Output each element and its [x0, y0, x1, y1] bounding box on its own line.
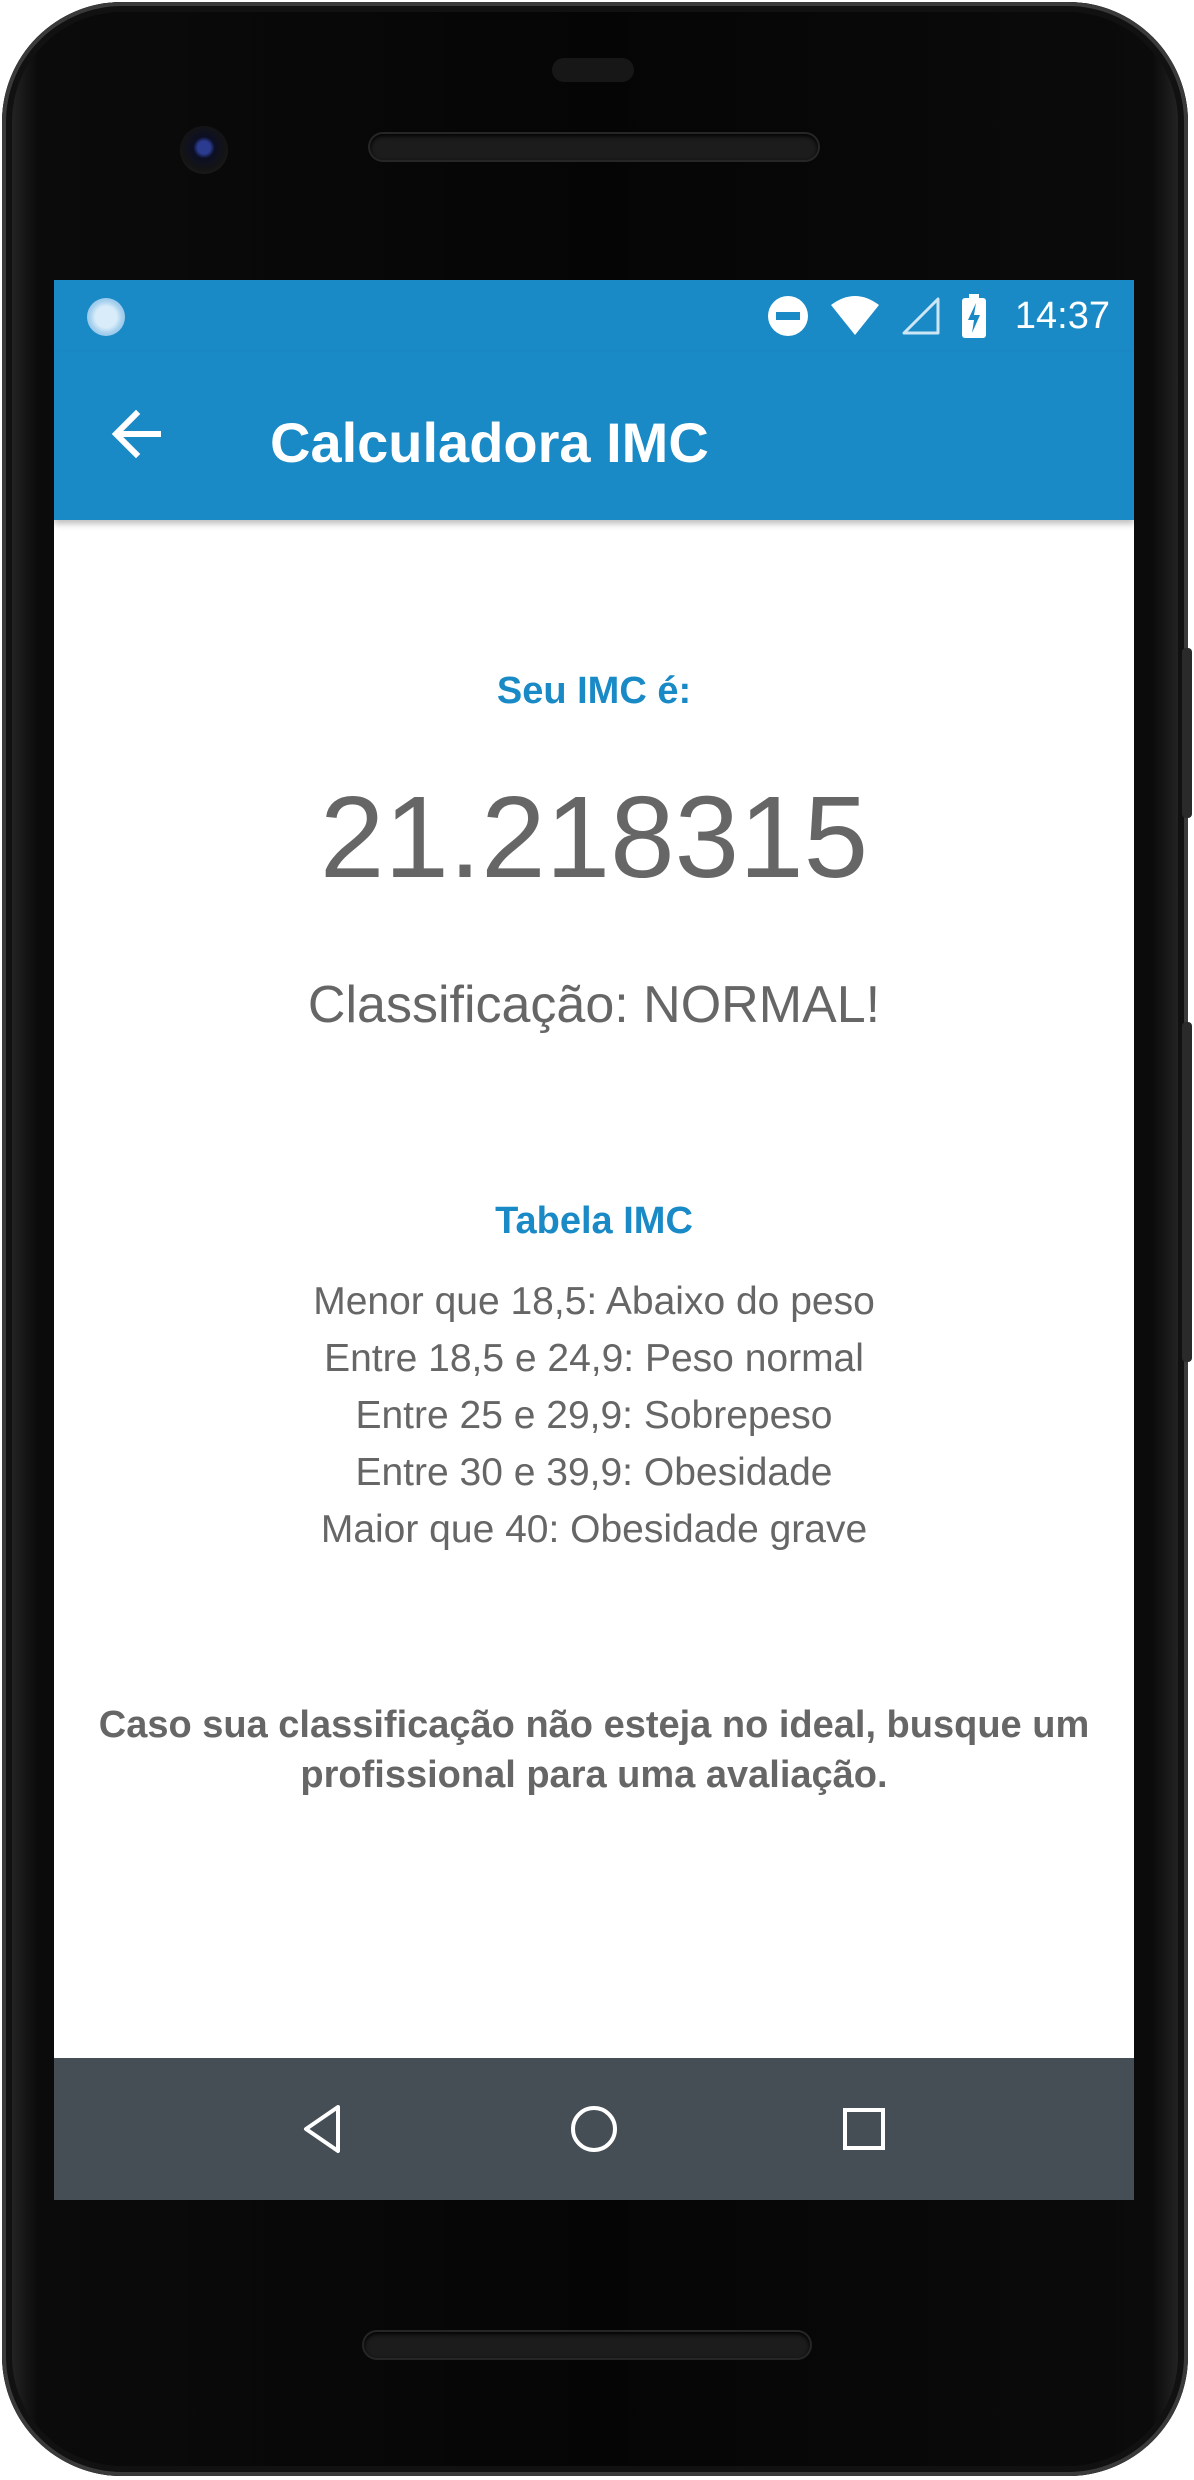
back-triangle-icon[interactable] — [292, 2097, 356, 2161]
phone-frame: 14:37 Calculadora IMC Seu IMC é: 21.2183… — [2, 2, 1192, 2476]
table-row: Entre 18,5 e 24,9: Peso normal — [324, 1337, 864, 1380]
earpiece-speaker — [370, 134, 818, 160]
navigation-bar — [54, 2058, 1134, 2200]
app-bar: Calculadora IMC — [54, 352, 1134, 520]
table-row: Entre 30 e 39,9: Obesidade — [355, 1451, 833, 1494]
battery-charging-icon — [961, 294, 986, 338]
status-icons: 14:37 — [767, 280, 1110, 352]
screen: 14:37 Calculadora IMC Seu IMC é: 21.2183… — [54, 280, 1134, 2200]
front-camera — [180, 126, 228, 174]
recents-square-icon[interactable] — [832, 2097, 896, 2161]
imc-value: 21.218315 — [319, 772, 869, 902]
table-row: Maior que 40: Obesidade grave — [320, 1508, 868, 1551]
volume-button — [1182, 1022, 1192, 1362]
status-bar: 14:37 — [54, 280, 1134, 352]
imc-table: Menor que 18,5: Abaixo do peso Entre 18,… — [54, 1273, 1134, 1558]
home-circle-icon[interactable] — [562, 2097, 626, 2161]
imc-label: Seu IMC é: — [496, 670, 692, 712]
power-button — [1182, 648, 1192, 818]
status-time: 14:37 — [1014, 294, 1110, 337]
do-not-disturb-icon — [767, 296, 808, 336]
table-row: Entre 25 e 29,9: Sobrepeso — [355, 1394, 833, 1437]
bottom-speaker — [364, 2332, 810, 2358]
top-sensor — [552, 58, 634, 82]
classification-text: Classificação: NORMAL! — [307, 976, 881, 1034]
wifi-icon — [830, 296, 879, 335]
table-title: Tabela IMC — [495, 1200, 693, 1242]
app-title: Calculadora IMC — [270, 411, 709, 474]
notification-dot-icon — [87, 298, 125, 336]
table-row: Menor que 18,5: Abaixo do peso — [313, 1280, 875, 1323]
cellular-signal-icon — [902, 297, 940, 335]
advice-text: Caso sua classificação não esteja no ide… — [98, 1704, 1090, 1796]
arrow-back-icon[interactable] — [104, 402, 168, 466]
